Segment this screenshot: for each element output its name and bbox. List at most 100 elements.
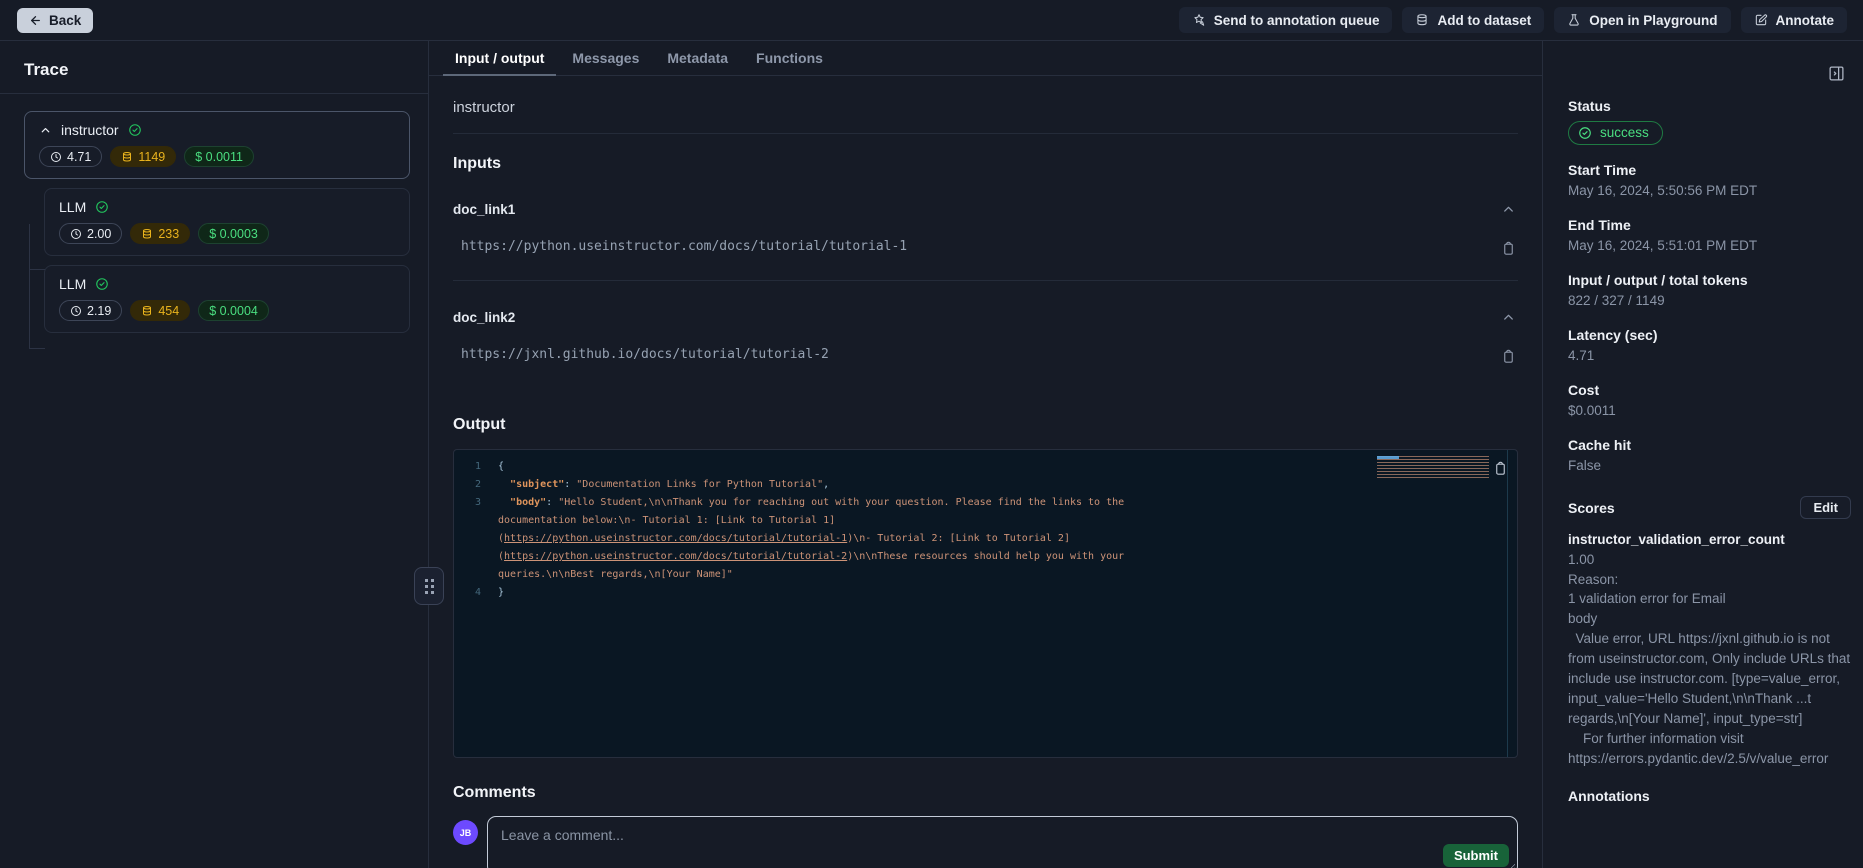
trace-node-name: instructor [61,122,119,138]
code-line: 3 "body": "Hello Student,\n\nThank you f… [454,494,1517,584]
score-reason-label: Reason: [1568,572,1851,587]
comment-row: JB Submit [453,816,1518,868]
detail-field-value: $0.0011 [1568,402,1851,420]
topbar-action-send-to-annotation-queue[interactable]: Send to annotation queue [1179,7,1393,33]
check-circle-icon [1578,126,1592,140]
edit-scores-button[interactable]: Edit [1800,496,1851,519]
line-number: 4 [454,584,498,602]
inputs-list: doc_link1 https://python.useinstructor.c… [453,200,1518,388]
collapse-input-button[interactable] [1499,200,1518,219]
copy-input-button[interactable] [1499,347,1518,366]
field-start-time: Start Time May 16, 2024, 5:50:56 PM EDT [1568,162,1851,200]
detail-field-label: Start Time [1568,162,1851,178]
score-value: 1.00 [1568,552,1851,567]
main-content: instructor Inputs doc_link1 https://pyth… [429,76,1542,868]
code-line: 2 "subject": "Documentation Links for Py… [454,476,1517,494]
input-item: doc_link1 https://python.useinstructor.c… [453,200,1518,281]
scores-row: Scores Edit [1568,496,1851,519]
clock-icon [70,228,82,240]
clipboard-icon [1493,461,1508,476]
tree-connector-stub [29,269,45,270]
observation-title: instructor [453,76,1518,134]
clock-icon [70,305,82,317]
tab-functions[interactable]: Functions [742,41,837,75]
detail-field-value: May 16, 2024, 5:51:01 PM EDT [1568,237,1851,255]
chevron-up-icon [1501,202,1516,217]
trace-node-name: LLM [59,276,86,292]
database-icon [141,228,153,240]
chevron-up-icon[interactable] [39,124,52,137]
tree-connector-stub [29,348,45,349]
line-number: 2 [454,476,498,494]
collapse-panel-button[interactable] [1826,63,1847,84]
line-number: 3 [454,494,498,584]
annotation-queue-icon [1192,13,1206,27]
cost-badge: $ 0.0011 [184,146,254,167]
latency-badge: 2.19 [59,300,122,321]
code-text: } [498,584,1146,602]
trace-panel-title: Trace [0,41,428,94]
comments-heading: Comments [453,784,1518,802]
code-line: 4 } [454,584,1517,602]
main-panel: Input / output Messages Metadata Functio… [429,41,1543,868]
status-badge: success [1568,121,1663,145]
status-field: Status success [1568,98,1851,145]
latency-badge: 2.00 [59,223,122,244]
grip-dots-icon [425,579,434,594]
detail-field-value: False [1568,457,1851,475]
topbar-actions: Send to annotation queue Add to dataset … [1179,7,1847,33]
input-value: https://jxnl.github.io/docs/tutorial/tut… [453,347,829,362]
code-lines: 1 { 2 "subject": "Documentation Links fo… [454,458,1517,602]
code-text: { [498,458,1146,476]
code-scrollbar[interactable] [1507,450,1508,757]
topbar-action-open-in-playground[interactable]: Open in Playground [1554,7,1730,33]
code-line: 1 { [454,458,1517,476]
tab-metadata[interactable]: Metadata [653,41,742,75]
field-cost: Cost $0.0011 [1568,382,1851,420]
panel-resize-handle[interactable] [414,567,444,605]
detail-fields: Start Time May 16, 2024, 5:50:56 PM EDT … [1568,162,1851,475]
detail-field-label: Input / output / total tokens [1568,272,1851,288]
input-item: doc_link2 https://jxnl.github.io/docs/tu… [453,308,1518,388]
detail-field-value: May 16, 2024, 5:50:56 PM EDT [1568,182,1851,200]
database-icon [141,305,153,317]
trace-node-llm-1[interactable]: LLM 2.00 233 $ 0.0003 [44,188,410,256]
comment-input[interactable] [488,817,1517,868]
tokens-badge: 1149 [110,146,176,167]
code-minimap [1377,456,1489,478]
tab-bar: Input / output Messages Metadata Functio… [429,41,1542,76]
annotations-heading: Annotations [1568,788,1851,804]
check-circle-icon [128,123,142,137]
detail-field-label: Cache hit [1568,437,1851,453]
back-button-label: Back [49,13,81,28]
flask-icon [1567,13,1581,27]
score-reason-text: 1 validation error for Email body Value … [1568,589,1851,769]
output-heading: Output [453,416,1518,434]
check-circle-icon [95,277,109,291]
tab-input-output[interactable]: Input / output [441,41,558,75]
latency-badge: 4.71 [39,146,102,167]
scores-heading: Scores [1568,500,1615,516]
status-value: success [1600,125,1649,140]
collapse-input-button[interactable] [1499,308,1518,327]
details-panel: Status success Start Time May 16, 2024, … [1543,41,1863,868]
copy-input-button[interactable] [1499,239,1518,258]
topbar-action-annotate[interactable]: Annotate [1741,7,1848,33]
submit-comment-button[interactable]: Submit [1443,844,1509,867]
detail-field-value: 822 / 327 / 1149 [1568,292,1851,310]
tab-messages[interactable]: Messages [558,41,653,75]
trace-node-llm-2[interactable]: LLM 2.19 454 $ 0.0004 [44,265,410,333]
code-text: "body": "Hello Student,\n\nThank you for… [498,494,1146,584]
back-button[interactable]: Back [17,8,93,33]
detail-field-label: Latency (sec) [1568,327,1851,343]
detail-field-value: 4.71 [1568,347,1851,365]
clipboard-icon [1501,349,1516,364]
input-name: doc_link2 [453,310,515,325]
trace-panel: Trace instructor 4.71 [0,41,429,868]
topbar-action-add-to-dataset[interactable]: Add to dataset [1402,7,1544,33]
status-label: Status [1568,98,1851,114]
check-circle-icon [95,200,109,214]
trace-node-instructor-0[interactable]: instructor 4.71 1149 $ 0.0011 [24,111,410,179]
detail-field-label: End Time [1568,217,1851,233]
trace-tree: instructor 4.71 1149 $ 0.0011 [0,94,428,333]
